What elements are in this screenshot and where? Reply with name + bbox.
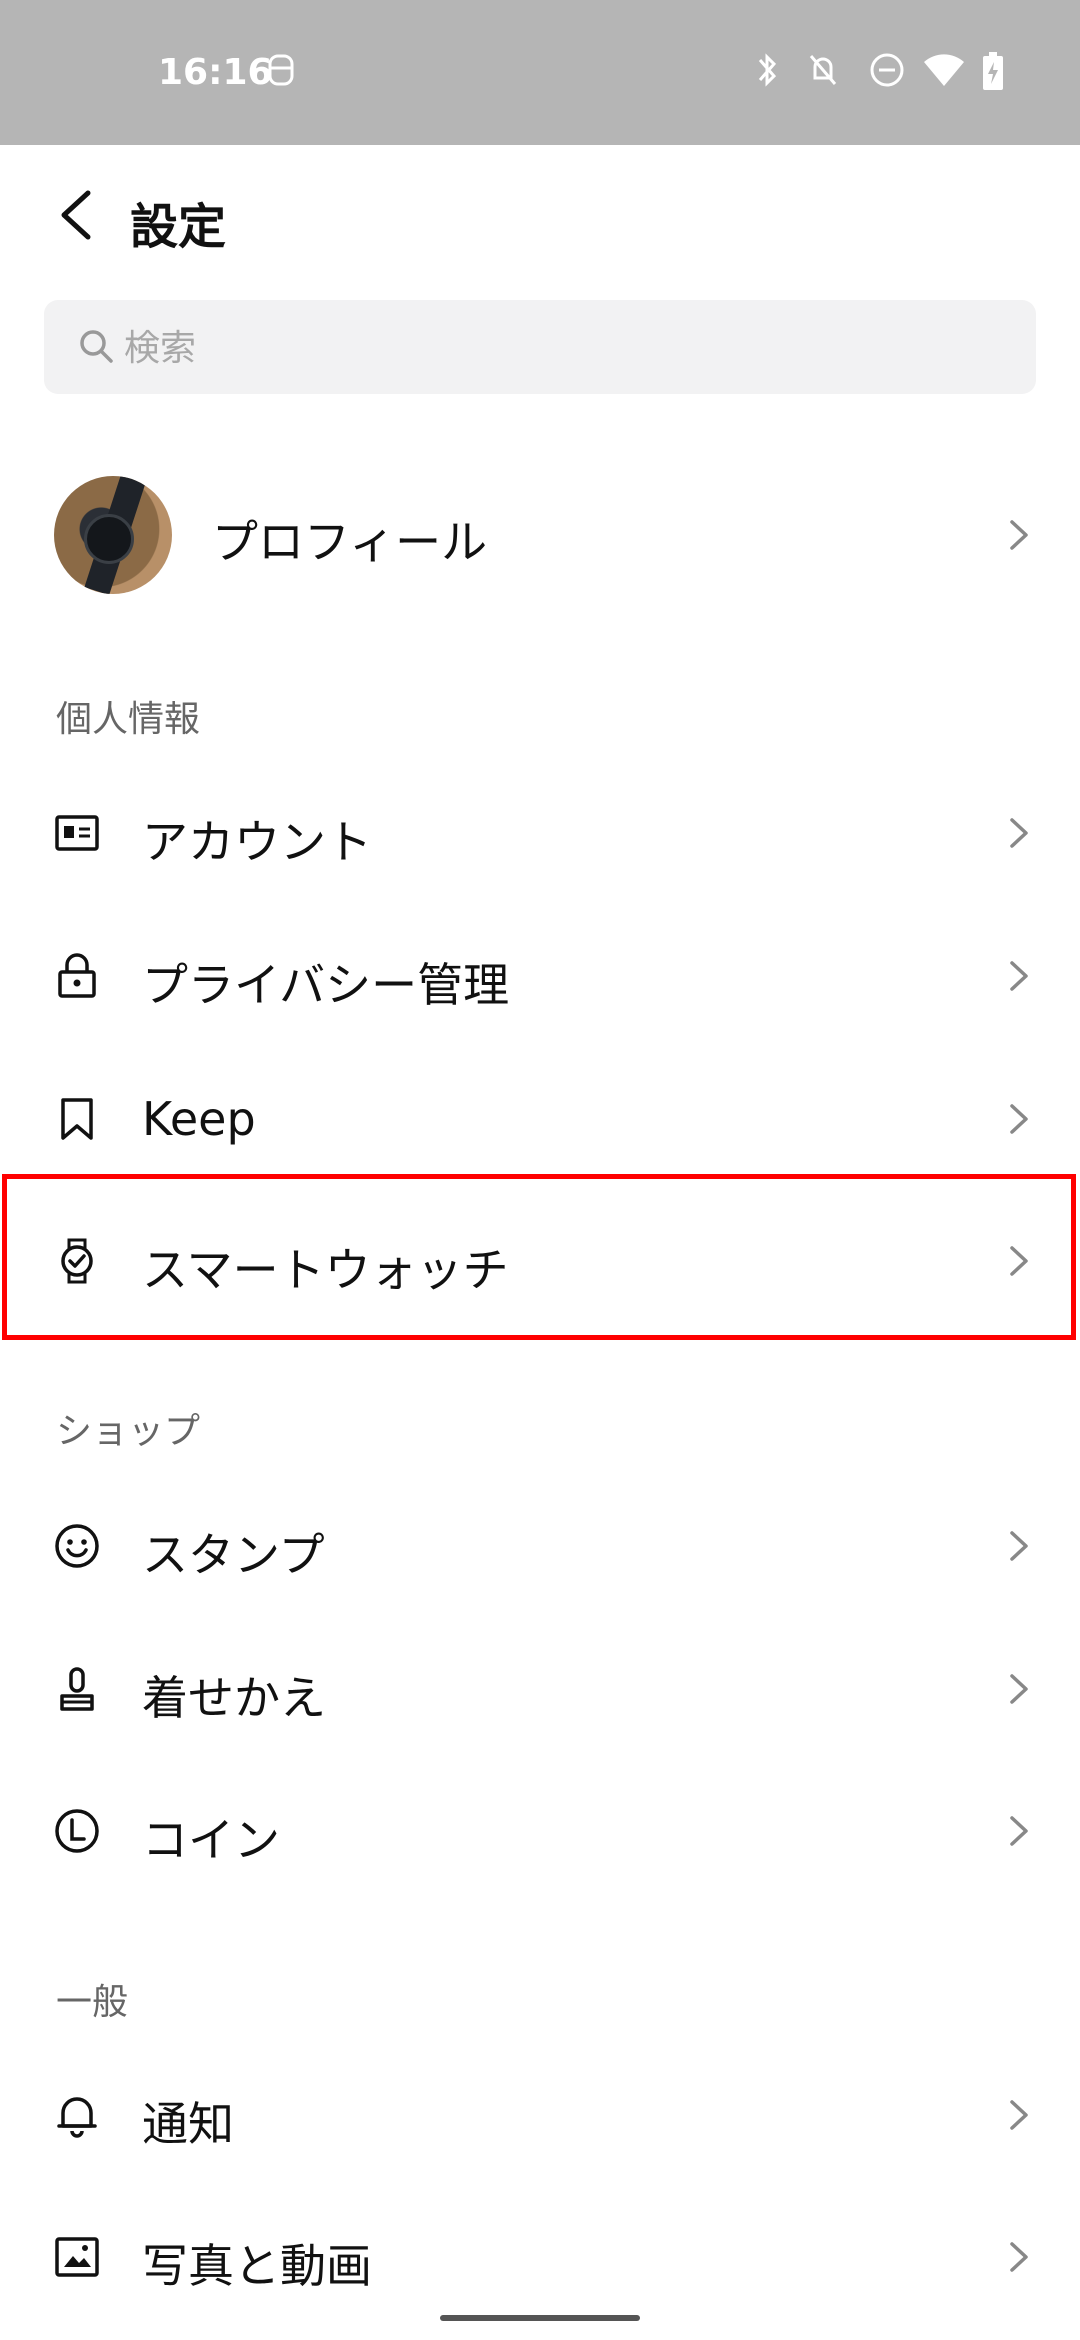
- back-arrow-icon[interactable]: [50, 185, 110, 245]
- settings-item-account[interactable]: アカウント: [0, 762, 1080, 902]
- image-icon: [55, 2237, 99, 2277]
- chevron-right-icon: [1010, 1531, 1028, 1561]
- chevron-right-icon: [1010, 520, 1028, 550]
- settings-item-label: 着せかえ: [142, 1671, 326, 1725]
- settings-item-label: スタンプ: [142, 1528, 325, 1582]
- settings-item-privacy[interactable]: プライバシー管理: [0, 905, 1080, 1045]
- chevron-right-icon: [1010, 961, 1028, 991]
- settings-item-label: 通知: [142, 2097, 234, 2151]
- settings-item-notification[interactable]: 通知: [0, 2044, 1080, 2184]
- search-icon: [80, 330, 113, 363]
- settings-item-label: コイン: [142, 1813, 280, 1867]
- chevron-right-icon: [1010, 2100, 1028, 2130]
- settings-item-coin[interactable]: コイン: [0, 1760, 1080, 1900]
- highlight-box: [2, 1174, 1076, 1340]
- chevron-right-icon: [1010, 1816, 1028, 1846]
- settings-item-label: 写真と動画: [142, 2239, 372, 2293]
- settings-item-label: アカウント: [142, 815, 372, 869]
- profile-label: プロフィール: [212, 515, 488, 569]
- settings-item-label: プライバシー管理: [142, 958, 510, 1012]
- settings-item-label: Keep: [142, 1092, 256, 1146]
- search-input[interactable]: [122, 300, 1006, 396]
- settings-item-stamp[interactable]: スタンプ: [0, 1475, 1080, 1615]
- notification-app-icon: [268, 54, 294, 86]
- status-bar: 16:16: [0, 0, 1080, 145]
- status-time: 16:16: [158, 52, 273, 93]
- bell-icon: [57, 2097, 97, 2138]
- lock-icon: [58, 953, 96, 998]
- bookmark-icon: [61, 1098, 93, 1140]
- settings-item-photo-video[interactable]: 写真と動画: [0, 2186, 1080, 2326]
- settings-item-keep[interactable]: Keep: [0, 1048, 1080, 1188]
- section-personal-info: 個人情報: [56, 699, 201, 740]
- chevron-right-icon: [1010, 818, 1028, 848]
- section-shop: ショップ: [56, 1411, 201, 1452]
- coin-icon: [55, 1809, 99, 1853]
- wifi-icon: [924, 54, 964, 86]
- smiley-icon: [55, 1524, 99, 1568]
- chevron-right-icon: [1010, 1674, 1028, 1704]
- search-box[interactable]: [44, 300, 1036, 396]
- settings-item-theme[interactable]: 着せかえ: [0, 1618, 1080, 1758]
- bluetooth-icon: [758, 53, 777, 87]
- avatar: [54, 476, 172, 594]
- battery-charging-icon: [983, 52, 1003, 90]
- id-card-icon: [55, 815, 99, 851]
- section-general: 一般: [56, 1982, 129, 2023]
- profile-row[interactable]: プロフィール: [0, 470, 1080, 600]
- brush-icon: [60, 1667, 94, 1711]
- do-not-disturb-icon: [870, 53, 904, 87]
- header: 設定: [0, 145, 1080, 295]
- chevron-right-icon: [1010, 2242, 1028, 2272]
- bell-off-icon: [809, 55, 837, 85]
- gesture-navigation-bar[interactable]: [440, 2315, 640, 2321]
- chevron-right-icon: [1010, 1104, 1028, 1134]
- page-title: 設定: [130, 199, 227, 255]
